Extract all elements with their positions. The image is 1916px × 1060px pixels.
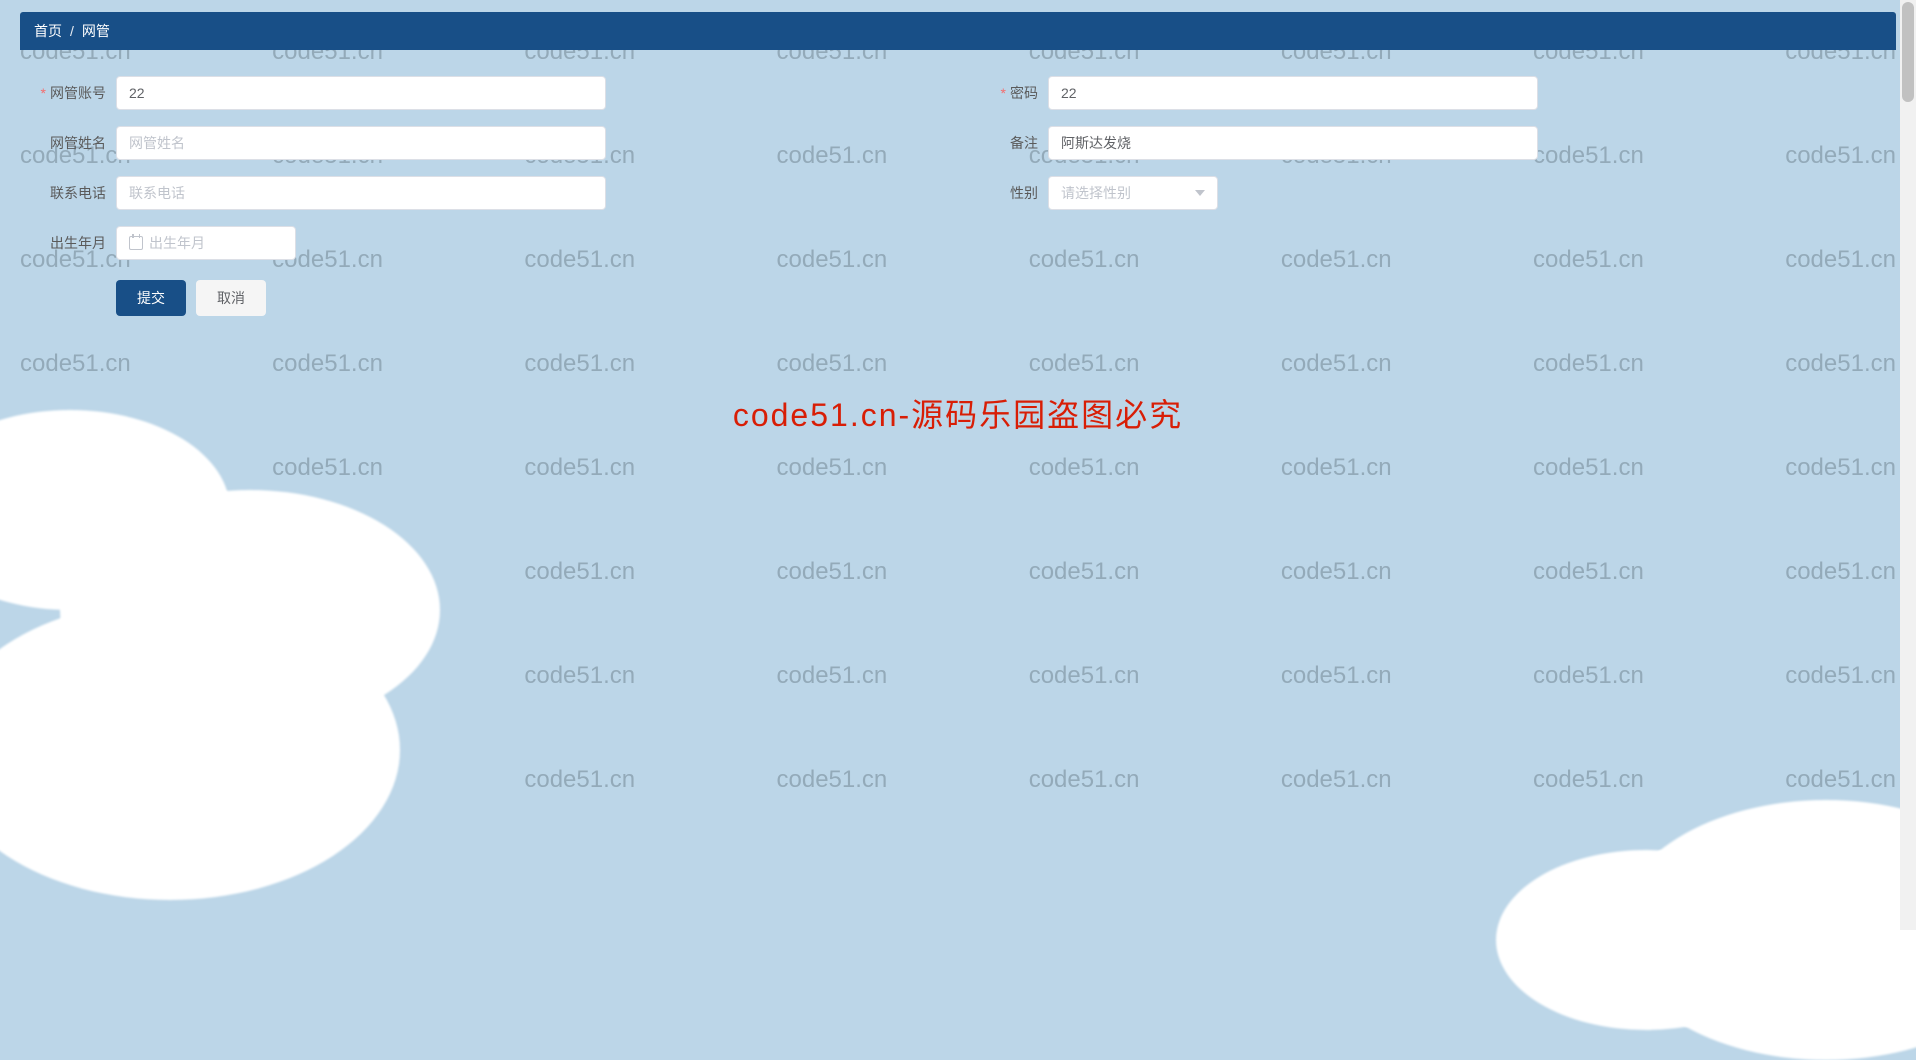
watermark-text: code51.cn — [1533, 454, 1644, 482]
watermark-text: code51.cn — [1281, 662, 1392, 690]
chevron-down-icon — [1195, 190, 1205, 196]
form-item-account: 网管账号 — [26, 68, 958, 118]
cloud-shape — [0, 410, 230, 610]
watermark-text: code51.cn — [1785, 454, 1896, 482]
watermark-text: code51.cn — [1533, 662, 1644, 690]
label-remark: 备注 — [958, 133, 1048, 153]
watermark-text: code51.cn — [1281, 350, 1392, 378]
form-item-password: 密码 — [958, 68, 1890, 118]
watermark-text: code51.cn — [1029, 558, 1140, 586]
watermark-text: code51.cn — [20, 766, 131, 794]
birth-placeholder: 出生年月 — [149, 233, 205, 253]
watermark-text: code51.cn — [777, 454, 888, 482]
label-birth: 出生年月 — [26, 233, 116, 253]
watermark-text: code51.cn — [272, 662, 383, 690]
watermark-text: code51.cn — [1533, 766, 1644, 794]
submit-button[interactable]: 提交 — [116, 280, 186, 316]
watermark-text: code51.cn — [20, 558, 131, 586]
watermark-text: code51.cn — [777, 558, 888, 586]
watermark-text: code51.cn — [1785, 350, 1896, 378]
input-password[interactable] — [1048, 76, 1538, 110]
form-actions: 提交 取消 — [26, 280, 958, 316]
input-phone[interactable] — [116, 176, 606, 210]
gender-placeholder: 请选择性别 — [1061, 183, 1131, 203]
watermark-text: code51.cn — [524, 766, 635, 794]
cloud-shape — [1616, 800, 1916, 1060]
watermark-banner: code51.cn-源码乐园盗图必究 — [733, 390, 1183, 436]
cloud-shape — [60, 490, 440, 730]
form-item-birth: 出生年月 出生年月 — [26, 218, 958, 268]
watermark-text: code51.cn — [524, 350, 635, 378]
input-name[interactable] — [116, 126, 606, 160]
watermark-text: code51.cn — [1785, 662, 1896, 690]
watermark-text: code51.cn — [524, 662, 635, 690]
watermark-text: code51.cn — [1533, 558, 1644, 586]
label-phone: 联系电话 — [26, 183, 116, 203]
watermark-text: code51.cn — [272, 558, 383, 586]
cloud-shape — [1496, 850, 1796, 1030]
watermark-text: code51.cn — [1029, 766, 1140, 794]
scrollbar-thumb[interactable] — [1902, 2, 1914, 102]
watermark-text: code51.cn — [272, 766, 383, 794]
label-account: 网管账号 — [26, 83, 116, 103]
label-gender: 性别 — [958, 183, 1048, 203]
input-birth[interactable]: 出生年月 — [116, 226, 296, 260]
input-remark[interactable] — [1048, 126, 1538, 160]
form: 网管账号 网管姓名 联系电话 出生年月 — [20, 50, 1896, 336]
cancel-button[interactable]: 取消 — [196, 280, 266, 316]
watermark-text: code51.cn — [1029, 350, 1140, 378]
calendar-icon — [129, 236, 143, 250]
watermark-text: code51.cn — [777, 350, 888, 378]
select-gender[interactable]: 请选择性别 — [1048, 176, 1218, 210]
form-col-left: 网管账号 网管姓名 联系电话 出生年月 — [26, 68, 958, 316]
watermark-text: code51.cn — [272, 350, 383, 378]
watermark-text: code51.cn — [1281, 558, 1392, 586]
form-item-name: 网管姓名 — [26, 118, 958, 168]
breadcrumb-home[interactable]: 首页 — [34, 21, 62, 41]
label-password: 密码 — [958, 83, 1048, 103]
watermark-text: code51.cn — [272, 454, 383, 482]
main-panel: 首页 / 网管 网管账号 网管姓名 联系电话 — [20, 12, 1896, 336]
form-item-gender: 性别 请选择性别 — [958, 168, 1890, 218]
watermark-text: code51.cn — [20, 350, 131, 378]
watermark-text: code51.cn — [777, 766, 888, 794]
form-item-remark: 备注 — [958, 118, 1890, 168]
watermark-text: code51.cn — [1533, 350, 1644, 378]
cloud-shape — [0, 600, 400, 900]
watermark-text: code51.cn — [1029, 454, 1140, 482]
breadcrumb-separator: / — [70, 23, 74, 39]
watermark-text: code51.cn — [1785, 766, 1896, 794]
breadcrumb: 首页 / 网管 — [20, 12, 1896, 50]
watermark-text: code51.cn — [1785, 558, 1896, 586]
form-item-phone: 联系电话 — [26, 168, 958, 218]
watermark-text: code51.cn — [524, 558, 635, 586]
watermark-text: code51.cn — [20, 662, 131, 690]
form-col-right: 密码 备注 性别 请选择性别 — [958, 68, 1890, 316]
watermark-text: code51.cn — [20, 454, 131, 482]
label-name: 网管姓名 — [26, 133, 116, 153]
watermark-text: code51.cn — [777, 662, 888, 690]
watermark-text: code51.cn — [1029, 662, 1140, 690]
watermark-text: code51.cn — [1281, 766, 1392, 794]
input-account[interactable] — [116, 76, 606, 110]
watermark-text: code51.cn — [1281, 454, 1392, 482]
watermark-text: code51.cn — [524, 454, 635, 482]
breadcrumb-current: 网管 — [82, 21, 114, 41]
vertical-scrollbar[interactable] — [1900, 0, 1916, 930]
